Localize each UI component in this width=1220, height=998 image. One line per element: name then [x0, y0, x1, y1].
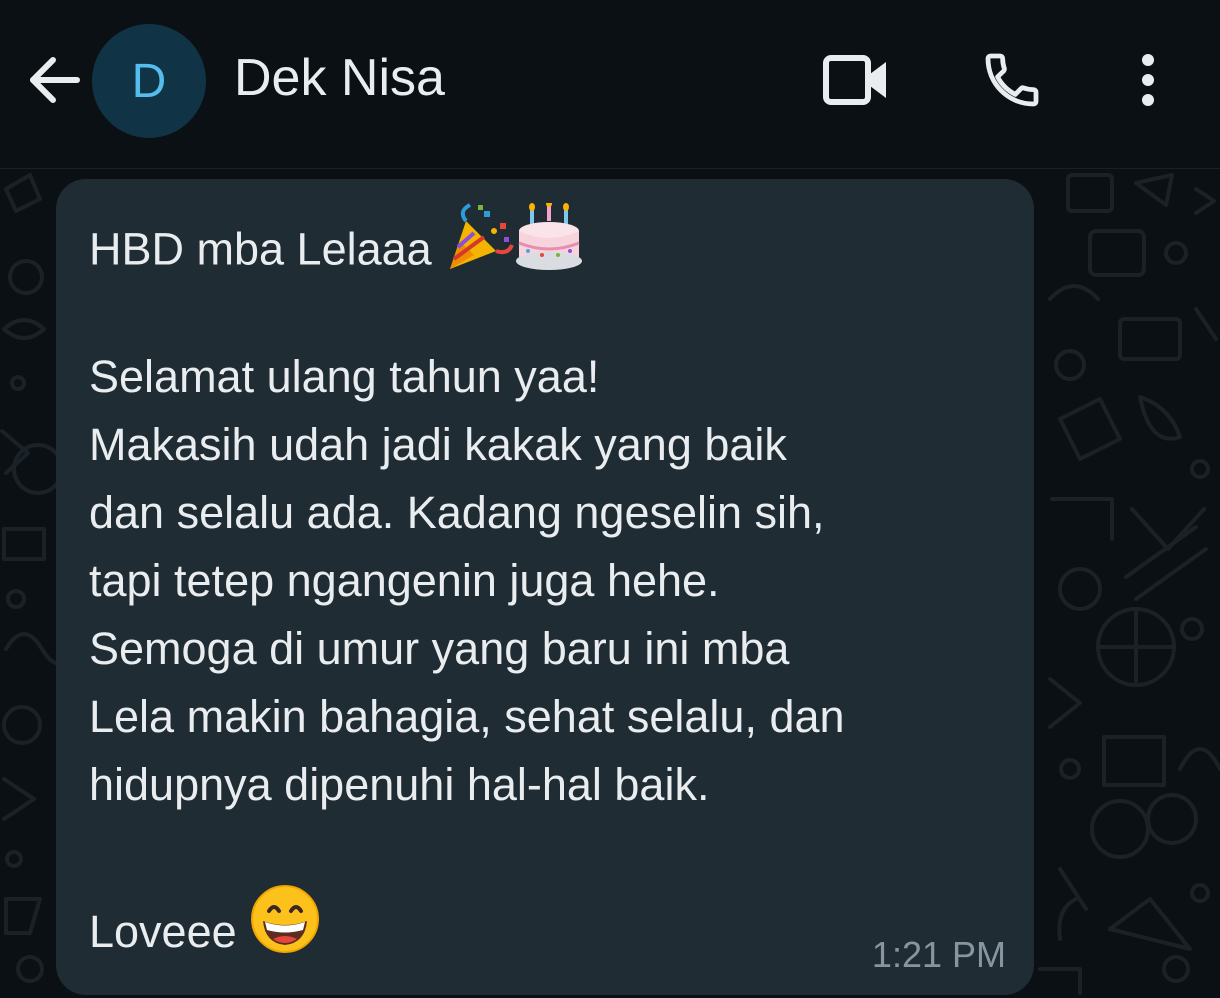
message-greeting: HBD mba Lelaaa: [89, 223, 432, 275]
message-closing: Loveee: [89, 905, 237, 957]
avatar-initial: D: [131, 54, 167, 108]
video-call-button[interactable]: [812, 44, 900, 116]
message-line: Makasih udah jadi kakak yang baik: [89, 419, 787, 470]
message-line: Lela makin bahagia, sehat selalu, dan: [89, 691, 845, 742]
message-line: Loveee: [89, 885, 1002, 965]
message-line: Selamat ulang tahun yaa!: [89, 351, 600, 402]
birthday-cake-icon: [514, 201, 584, 294]
message-line: Semoga di umur yang baru ini mba: [89, 623, 790, 674]
party-popper-icon: [444, 203, 515, 294]
message-line: hidupnya dipenuhi hal-hal baik.: [89, 759, 710, 810]
message-timestamp: 1:21 PM: [871, 934, 1006, 975]
arrow-left-icon: [30, 57, 80, 103]
message-line: dan selalu ada. Kadang ngeselin sih,: [89, 487, 825, 538]
phone-icon: [985, 53, 1039, 107]
avatar[interactable]: D: [92, 24, 206, 138]
video-camera-icon: [823, 55, 886, 105]
chat-area[interactable]: HBD mba Lelaaa Selamat ulang tahun yaa! …: [0, 169, 1220, 998]
grinning-face-icon: [249, 883, 321, 979]
back-button[interactable]: [20, 44, 86, 116]
more-vertical-icon: [1142, 54, 1154, 106]
chat-header: D Dek Nisa: [0, 0, 1220, 169]
message-line: tapi tetep ngangenin juga hehe.: [89, 555, 720, 606]
more-options-button[interactable]: [1118, 44, 1178, 116]
message-bubble[interactable]: HBD mba Lelaaa Selamat ulang tahun yaa! …: [56, 179, 1034, 995]
voice-call-button[interactable]: [972, 44, 1052, 116]
contact-name[interactable]: Dek Nisa: [234, 46, 445, 110]
chat-screen: D Dek Nisa HBD mba Lelaaa Selamat ulang …: [0, 0, 1220, 998]
message-line: HBD mba Lelaaa: [89, 201, 1002, 275]
